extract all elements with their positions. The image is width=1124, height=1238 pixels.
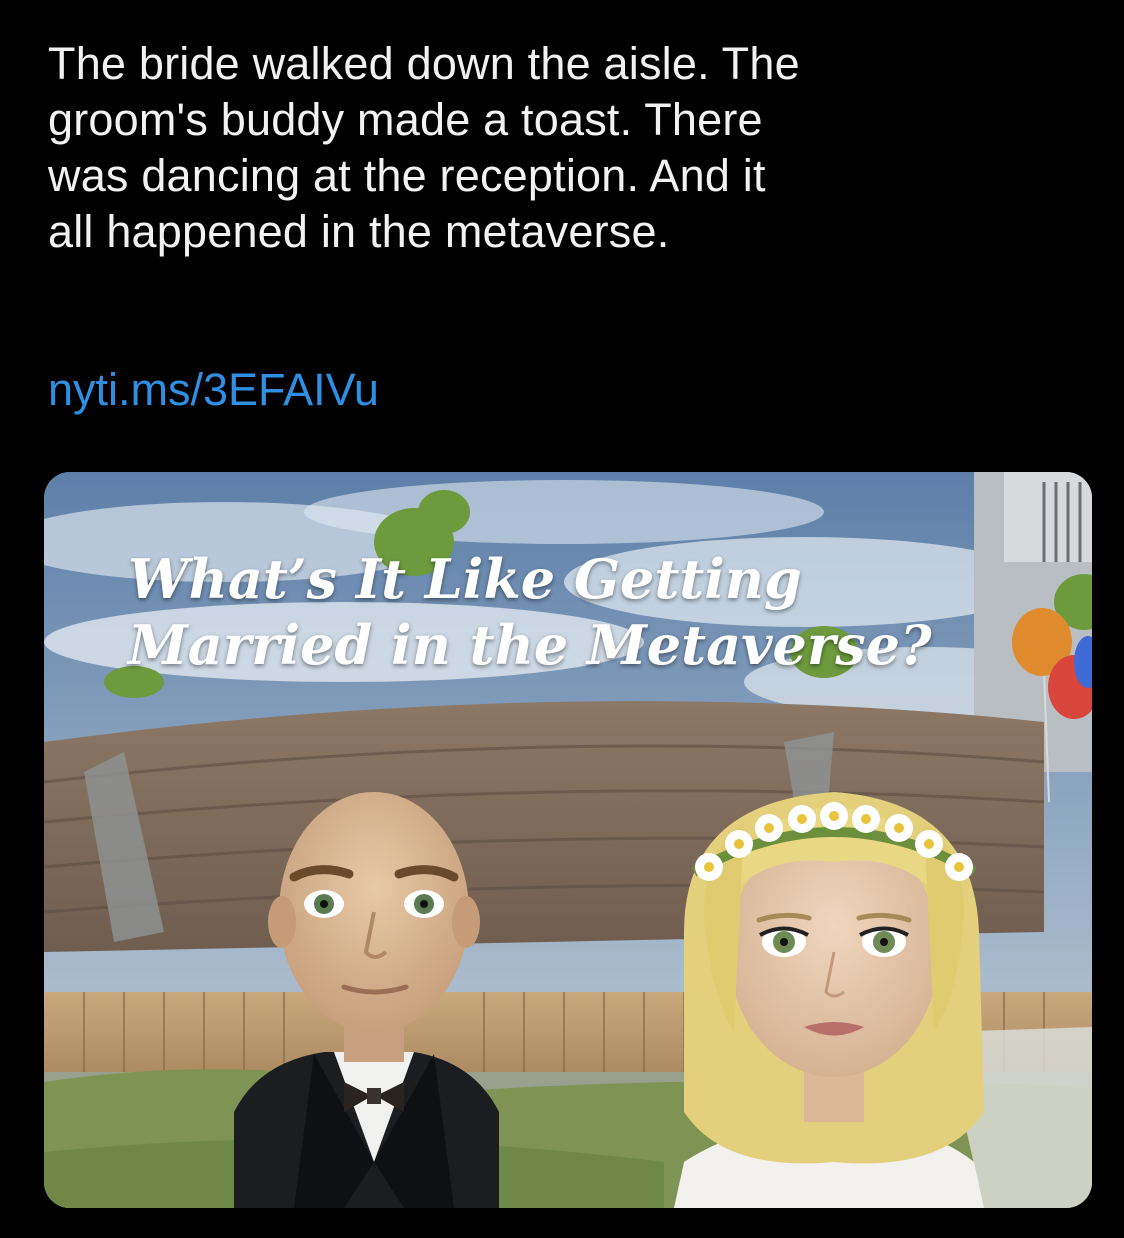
- tweet-text-line: all happened in the metaverse.: [48, 206, 670, 257]
- tweet-text: The bride walked down the aisle. The gro…: [48, 36, 1088, 260]
- card-headline-line: What’s It Like Getting: [128, 547, 802, 611]
- tweet-text-line: was dancing at the reception. And it: [48, 150, 766, 201]
- card-headline-line: Married in the Metaverse?: [128, 613, 932, 677]
- card-headline: What’s It Like Getting Married in the Me…: [128, 546, 1078, 678]
- tweet-text-line: groom's buddy made a toast. There: [48, 94, 763, 145]
- tweet-link[interactable]: nyti.ms/3EFAIVu: [48, 362, 379, 418]
- bottom-divider: [0, 1208, 1124, 1238]
- link-preview-card[interactable]: What’s It Like Getting Married in the Me…: [44, 472, 1092, 1208]
- tweet-text-line: The bride walked down the aisle. The: [48, 38, 800, 89]
